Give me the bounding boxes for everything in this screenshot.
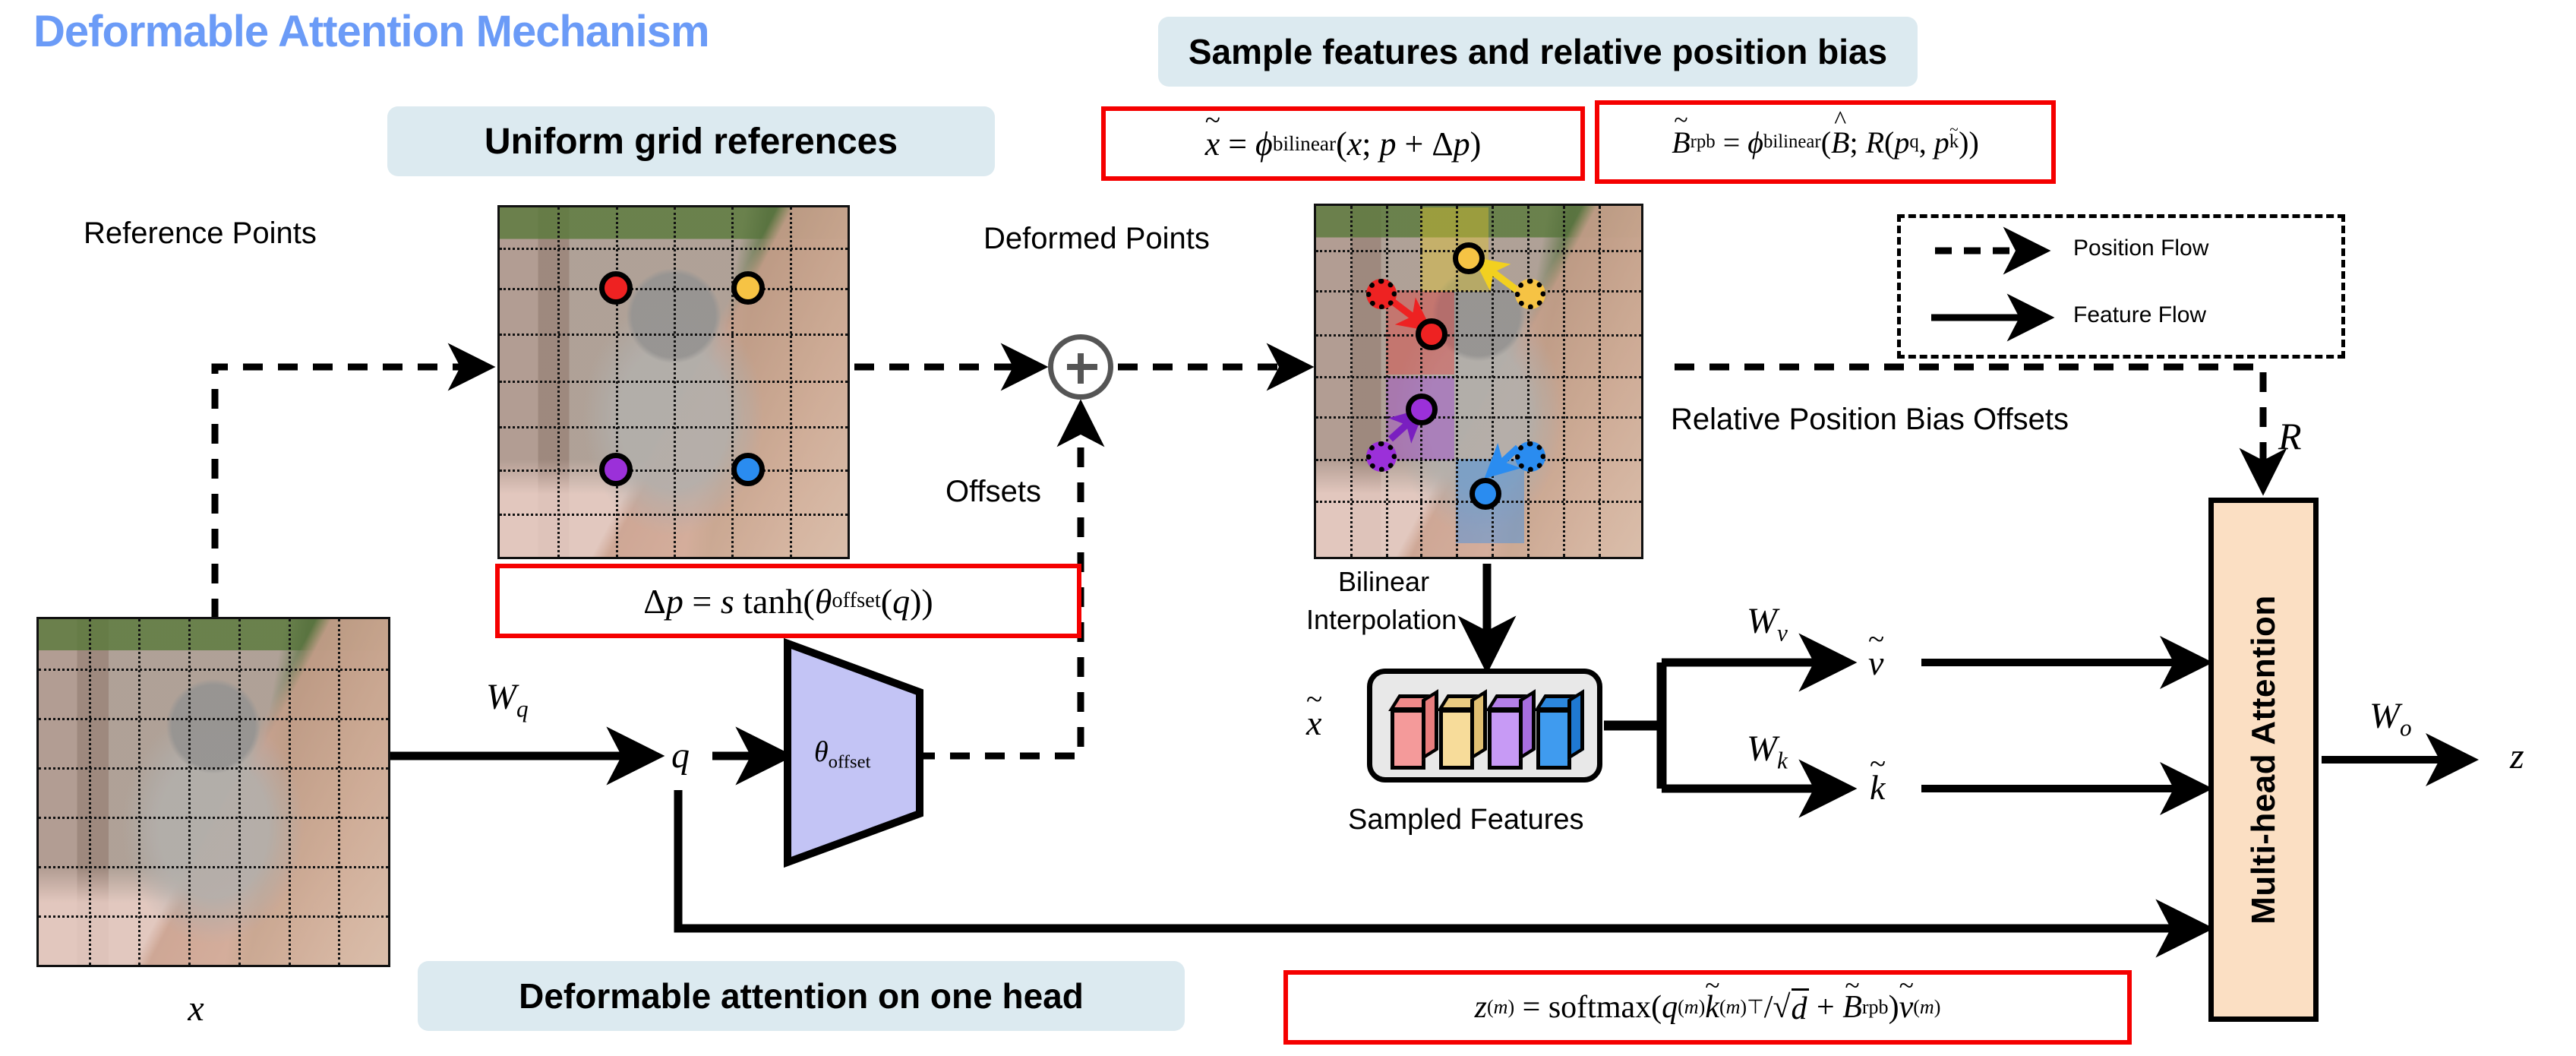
original-point-yellow xyxy=(1515,278,1546,309)
badge-uniform-grid-references: Uniform grid references xyxy=(387,106,995,176)
bilinear-label: Bilinear xyxy=(1338,566,1430,597)
add-operator-icon xyxy=(1048,334,1113,400)
grid-overlay xyxy=(500,207,848,557)
badge-sample-features: Sample features and relative position bi… xyxy=(1158,17,1918,87)
reference-point-blue xyxy=(731,453,766,486)
formula-delta-p: Δp = s tanh(θ offset(q)) xyxy=(495,564,1081,638)
badge-deformable-attention-one-head: Deformable attention on one head xyxy=(418,961,1185,1031)
R-symbol-label: R xyxy=(2278,415,2302,457)
original-point-red xyxy=(1365,278,1397,309)
weight-wq-label: Wq xyxy=(486,677,529,722)
reference-points-label: Reference Points xyxy=(84,217,317,250)
formula-z-m: z (m) = softmax(q (m) k ~ (m)⊤/√ d + B ~ rpb) v ~(… xyxy=(1283,970,2132,1045)
weight-wo-label: Wo xyxy=(2369,696,2412,741)
reference-point-yellow xyxy=(731,270,766,305)
deformed-points-map xyxy=(1314,204,1643,559)
original-point-purple xyxy=(1365,441,1397,473)
multi-head-attention-label: Multi-head Attention xyxy=(2244,595,2282,925)
page-title: Deformable Attention Mechanism xyxy=(33,7,710,56)
relative-position-bias-offsets-label: Relative Position Bias Offsets xyxy=(1671,403,2069,436)
value-v-tilde-label: v ~ xyxy=(1868,622,1885,682)
reference-point-red xyxy=(598,270,633,305)
deformed-point-purple xyxy=(1406,393,1438,425)
original-point-blue xyxy=(1515,441,1546,473)
deformed-points-label: Deformed Points xyxy=(983,222,1210,255)
feature-cube-yellow xyxy=(1437,689,1487,770)
output-z-label: z xyxy=(2510,736,2524,776)
x-tilde-label: x ~ xyxy=(1306,682,1323,742)
sampled-features-label: Sampled Features xyxy=(1348,804,1584,836)
grid-overlay xyxy=(39,619,388,965)
feature-cube-red xyxy=(1388,689,1438,770)
feature-cube-purple xyxy=(1485,689,1536,770)
reference-point-purple xyxy=(598,453,633,486)
legend-position-flow-label: Position Flow xyxy=(2073,236,2209,261)
deformed-point-yellow xyxy=(1453,242,1485,275)
multi-head-attention-block: Multi-head Attention xyxy=(2208,498,2319,1022)
input-feature-map xyxy=(36,617,390,967)
formula-b-rpb: B ~ rpb = ϕ bilinear(B ^; R(p q, p k ~)) xyxy=(1595,100,2056,184)
key-k-tilde-label: k ~ xyxy=(1870,747,1886,807)
query-q-label: q xyxy=(671,735,690,776)
legend-feature-flow-label: Feature Flow xyxy=(2073,302,2207,327)
theta-offset-label: θoffset xyxy=(814,736,871,773)
deformed-point-blue xyxy=(1469,477,1501,510)
input-caption-x: x xyxy=(188,988,204,1029)
offsets-label: Offsets xyxy=(945,475,1041,508)
formula-x-tilde: x ~ = ϕ bilinear(x; p + Δp) xyxy=(1101,106,1585,181)
feature-cube-blue xyxy=(1534,689,1584,770)
sampled-features-box xyxy=(1367,669,1602,783)
weight-wv-label: Wv xyxy=(1747,601,1788,647)
deformed-point-red xyxy=(1415,318,1447,350)
weight-wk-label: Wk xyxy=(1747,729,1788,774)
interpolation-label: Interpolation xyxy=(1306,604,1457,635)
feature-flow-sampled-split xyxy=(1604,662,1667,789)
reference-points-map xyxy=(497,205,850,559)
